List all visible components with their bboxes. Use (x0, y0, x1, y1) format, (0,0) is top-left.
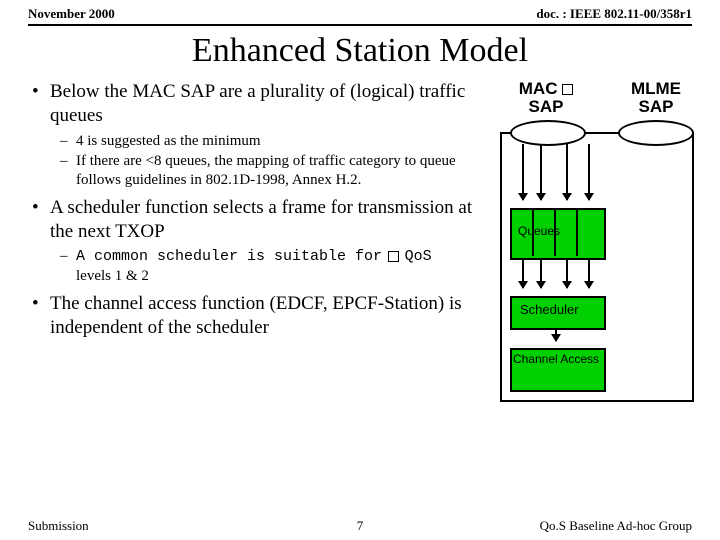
bullet-2a-pre: A common scheduler is suitable for (76, 248, 382, 265)
header-doc: doc. : IEEE 802.11-00/358r1 (536, 6, 692, 22)
header-bar: November 2000 doc. : IEEE 802.11-00/358r… (0, 0, 720, 24)
bullet-1-text: Below the MAC SAP are a plurality of (lo… (50, 80, 482, 128)
arrow-down-icon (540, 258, 542, 288)
scheduler-label: Scheduler (520, 302, 579, 317)
queue-divider (576, 208, 578, 256)
mac-sap-ellipse (510, 120, 586, 146)
placeholder-box-icon (388, 251, 399, 262)
bullet-2a-post: levels 1 & 2 (76, 268, 149, 284)
mlme-sap-ellipse (618, 120, 694, 146)
footer-left: Submission (28, 518, 89, 534)
mlme-sap-l2: SAP (639, 97, 674, 116)
bullet-dash: – (60, 132, 76, 151)
mlme-sap-label: MLME SAP (616, 80, 696, 116)
station-model-diagram: MAC SAP MLME SAP Queues Scheduler (488, 80, 698, 410)
slide-title: Enhanced Station Model (0, 32, 720, 70)
bullet-3-text: The channel access function (EDCF, EPCF-… (50, 292, 482, 340)
footer-page: 7 (357, 518, 364, 534)
bullet-dot: • (32, 196, 50, 244)
placeholder-box-icon (562, 84, 573, 95)
mlme-sap-l1: MLME (631, 79, 681, 98)
bullet-list: • Below the MAC SAP are a plurality of (… (32, 80, 482, 339)
channel-access-label: Channel Access (510, 353, 602, 366)
arrow-down-icon (588, 144, 590, 200)
footer-bar: Submission 7 Qo.S Baseline Ad-hoc Group (0, 518, 720, 534)
bullet-dash: – (60, 247, 76, 286)
bullet-2a-line: A common scheduler is suitable for QoS l… (76, 247, 432, 286)
queues-label: Queues (518, 224, 560, 238)
arrow-down-icon (555, 328, 557, 341)
arrow-down-icon (566, 144, 568, 200)
bullet-2a: – A common scheduler is suitable for QoS… (60, 247, 482, 286)
arrow-down-icon (588, 258, 590, 288)
bullet-1b: – If there are <8 queues, the mapping of… (60, 152, 482, 190)
bullet-1: • Below the MAC SAP are a plurality of (… (32, 80, 482, 128)
arrow-down-icon (522, 144, 524, 200)
mac-sap-l2: SAP (529, 97, 564, 116)
bullet-1b-text: If there are <8 queues, the mapping of t… (76, 152, 482, 190)
bullet-dot: • (32, 292, 50, 340)
bullet-dot: • (32, 80, 50, 128)
header-rule (28, 24, 692, 26)
bullet-dash: – (60, 152, 76, 190)
mac-sap-label: MAC SAP (506, 80, 586, 116)
bullet-2: • A scheduler function selects a frame f… (32, 196, 482, 244)
bullet-2a-qos: QoS (405, 248, 432, 265)
bullet-1a: – 4 is suggested as the minimum (60, 132, 482, 151)
footer-right: Qo.S Baseline Ad-hoc Group (540, 518, 692, 534)
arrow-down-icon (522, 258, 524, 288)
bullet-1a-text: 4 is suggested as the minimum (76, 132, 261, 151)
header-date: November 2000 (28, 6, 115, 22)
mac-sap-l1: MAC (519, 79, 558, 98)
bullet-2-text: A scheduler function selects a frame for… (50, 196, 482, 244)
arrow-down-icon (540, 144, 542, 200)
bullet-3: • The channel access function (EDCF, EPC… (32, 292, 482, 340)
arrow-down-icon (566, 258, 568, 288)
content-area: • Below the MAC SAP are a plurality of (… (0, 80, 720, 339)
